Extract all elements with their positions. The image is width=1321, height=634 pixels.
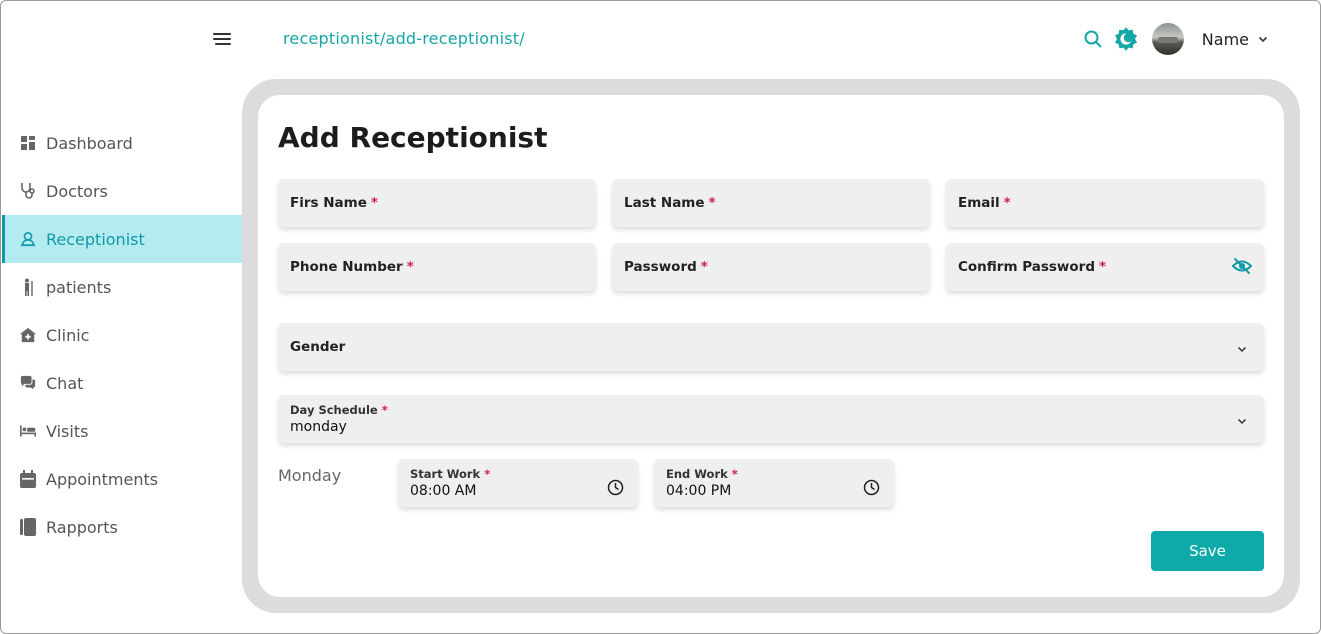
required-mark: * [1003, 195, 1011, 211]
sidebar-item-chat[interactable]: Chat [2, 359, 242, 407]
gender-label: Gender [290, 339, 346, 355]
required-mark: * [406, 259, 414, 275]
email-field[interactable]: Email * [946, 179, 1264, 227]
required-mark: * [731, 467, 738, 481]
menu-toggle-icon[interactable] [210, 29, 236, 49]
sidebar-item-label: Rapports [46, 517, 118, 537]
start-work-value: 08:00 AM [410, 483, 477, 499]
email-label: Email * [958, 195, 1011, 211]
sidebar-item-doctors[interactable]: Doctors [2, 167, 242, 215]
book-icon [20, 518, 36, 536]
sidebar-item-label: Clinic [46, 325, 90, 345]
required-mark: * [700, 259, 708, 275]
day-label: Monday [278, 466, 342, 485]
bed-icon [20, 422, 36, 440]
label-text: Email [958, 195, 1000, 211]
search-icon[interactable] [1084, 30, 1102, 48]
eye-off-icon[interactable] [1231, 257, 1253, 279]
clock-icon[interactable] [607, 479, 624, 500]
save-button[interactable]: Save [1151, 531, 1264, 571]
sidebar-item-rapports[interactable]: Rapports [2, 503, 242, 551]
label-text: Last Name [624, 195, 705, 211]
label-text: Confirm Password [958, 259, 1096, 275]
avatar[interactable] [1151, 23, 1184, 55]
sidebar-item-receptionist[interactable]: Receptionist [2, 215, 242, 263]
receptionist-icon [20, 230, 36, 248]
phone-number-label: Phone Number * [290, 259, 414, 275]
required-mark: * [381, 403, 388, 417]
sidebar-item-label: Doctors [46, 181, 108, 201]
sidebar-item-visits[interactable]: Visits [2, 407, 242, 455]
sidebar-item-label: Receptionist [46, 229, 145, 249]
last-name-label: Last Name * [624, 195, 716, 211]
label-text: Firs Name [290, 195, 367, 211]
confirm-password-field[interactable]: Confirm Password * [946, 243, 1264, 291]
start-work-label: Start Work * [410, 467, 490, 481]
password-label: Password * [624, 259, 708, 275]
end-work-value: 04:00 PM [666, 483, 732, 499]
confirm-password-label: Confirm Password * [958, 259, 1106, 275]
gender-select[interactable]: Gender [278, 323, 1264, 371]
sidebar-item-label: Visits [46, 421, 89, 441]
sidebar-item-label: Dashboard [46, 133, 133, 153]
sidebar-item-label: Appointments [46, 469, 159, 489]
sidebar-item-label: patients [46, 277, 112, 297]
first-name-field[interactable]: Firs Name * [278, 179, 596, 227]
chevron-down-icon [1236, 412, 1248, 431]
sidebar-item-patients[interactable]: patients [2, 263, 242, 311]
password-field[interactable]: Password * [612, 243, 930, 291]
last-name-field[interactable]: Last Name * [612, 179, 930, 227]
phone-number-field[interactable]: Phone Number * [278, 243, 596, 291]
stethoscope-icon [20, 182, 36, 200]
user-name[interactable]: Name [1202, 30, 1249, 49]
clock-icon[interactable] [863, 479, 880, 500]
required-mark: * [484, 467, 491, 481]
label-text: Start Work [410, 467, 481, 481]
house-medical-icon [20, 326, 36, 344]
header-actions: Name [1084, 22, 1269, 56]
grid-icon [20, 134, 36, 152]
label-text: End Work [666, 467, 728, 481]
end-work-field[interactable]: End Work * 04:00 PM [654, 459, 894, 507]
calendar-icon [20, 470, 36, 488]
required-mark: * [370, 195, 378, 211]
sidebar: Dashboard Doctors Receptionist patients … [2, 119, 242, 551]
day-schedule-value: monday [290, 419, 347, 435]
start-work-field[interactable]: Start Work * 08:00 AM [398, 459, 638, 507]
chevron-down-icon [1236, 340, 1248, 359]
label-text: Password [624, 259, 697, 275]
chat-icon [20, 374, 36, 392]
end-work-label: End Work * [666, 467, 738, 481]
label-text: Day Schedule [290, 403, 378, 417]
chevron-down-icon[interactable] [1257, 33, 1269, 45]
first-name-label: Firs Name * [290, 195, 378, 211]
page-title: Add Receptionist [278, 121, 548, 154]
required-mark: * [1099, 259, 1107, 275]
patient-icon [20, 278, 36, 296]
sidebar-item-label: Chat [46, 373, 84, 393]
day-schedule-label: Day Schedule * [290, 403, 388, 417]
required-mark: * [708, 195, 716, 211]
sidebar-item-clinic[interactable]: Clinic [2, 311, 242, 359]
day-schedule-select[interactable]: Day Schedule * monday [278, 395, 1264, 443]
sidebar-item-dashboard[interactable]: Dashboard [2, 119, 242, 167]
label-text: Phone Number [290, 259, 403, 275]
theme-toggle-icon[interactable] [1114, 27, 1138, 51]
sidebar-item-appointments[interactable]: Appointments [2, 455, 242, 503]
breadcrumb: receptionist/add-receptionist/ [283, 29, 525, 48]
